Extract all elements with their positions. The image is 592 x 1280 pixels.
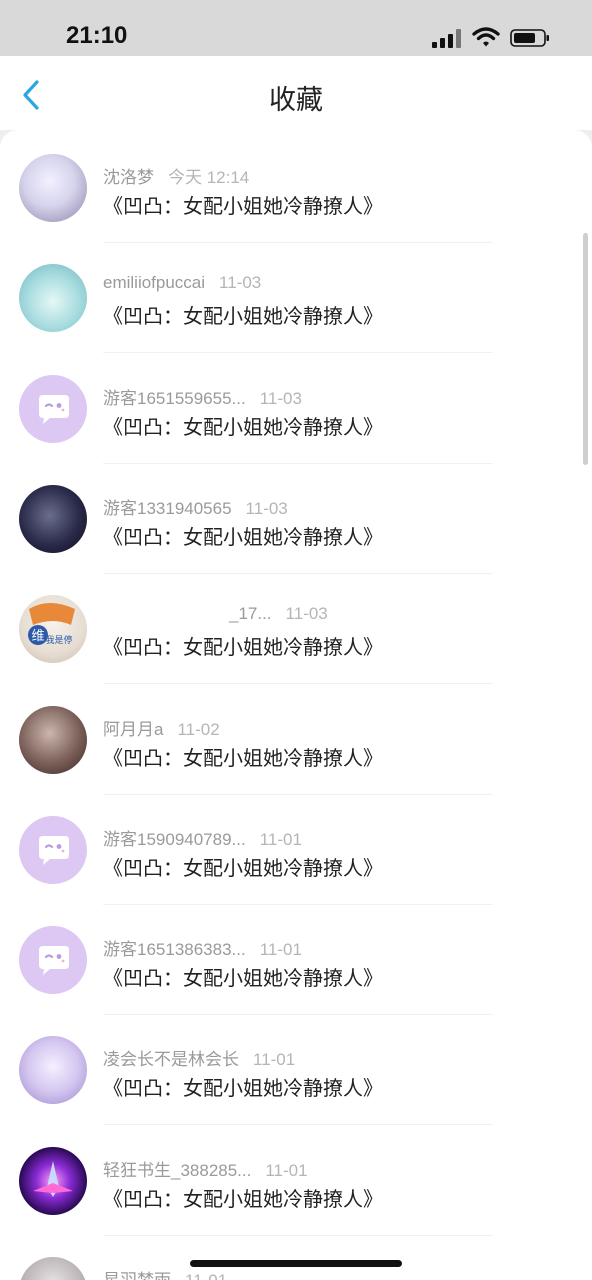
timestamp: 11-03 [285, 604, 328, 624]
item-meta: _17... 11-03 [103, 604, 328, 626]
username[interactable]: 游客1331940565 [103, 499, 232, 518]
item-meta: 游客1651559655... 11-03 [103, 384, 302, 408]
work-title[interactable]: 《凹凸：女配小姐她冷静撩人》 [103, 962, 383, 991]
avatar-caption: 我是停 [45, 634, 72, 646]
brown-portrait-avatar[interactable] [19, 705, 87, 774]
blue-figure-avatar[interactable] [19, 264, 87, 333]
item-meta: 阿月月a 11-02 [103, 715, 220, 739]
navigation-bar: 收藏 [0, 56, 592, 130]
page-title: 收藏 [269, 85, 323, 116]
avatar-text: 维 [31, 629, 44, 644]
timestamp: 11-03 [219, 273, 262, 293]
orange-hair-avatar[interactable]: 维我是停 [19, 595, 87, 664]
work-title[interactable]: 《凹凸：女配小姐她冷静撩人》 [103, 742, 383, 771]
work-title[interactable]: 《凹凸：女配小姐她冷静撩人》 [103, 1072, 383, 1101]
lavender-anime-avatar[interactable] [19, 1036, 87, 1105]
list-item[interactable]: 星羽梦雨 11-01 [0, 1233, 592, 1280]
list-item[interactable]: 轻狂书生_388285... 11-01 《凹凸：女配小姐她冷静撩人》 [0, 1123, 592, 1236]
timestamp: 11-01 [259, 940, 302, 960]
timestamp: 11-01 [185, 1271, 227, 1280]
item-meta: 轻狂书生_388285... 11-01 [103, 1156, 308, 1180]
list-item[interactable]: emiliiofpuccai 11-03 《凹凸：女配小姐她冷静撩人》 [0, 240, 592, 354]
status-bar: 21:10 [0, 0, 592, 56]
list-item[interactable]: 游客1651386383... 11-01 《凹凸：女配小姐她冷静撩人》 [0, 902, 592, 1016]
username[interactable]: 游客1651386383... [103, 940, 246, 959]
username[interactable]: 游客1590940789... [103, 830, 246, 849]
timestamp: 今天 12:14 [168, 168, 250, 187]
timestamp: 11-01 [259, 829, 302, 849]
timestamp: 11-01 [253, 1050, 296, 1070]
work-title[interactable]: 《凹凸：女配小姐她冷静撩人》 [103, 521, 383, 550]
home-indicator[interactable] [190, 1260, 402, 1267]
username[interactable]: 游客1651559655... [103, 389, 246, 408]
cellular-signal-icon [432, 28, 462, 48]
work-title[interactable]: 《凹凸：女配小姐她冷静撩人》 [103, 190, 383, 219]
item-meta: 游客1651386383... 11-01 [103, 935, 302, 960]
chat-bubble-icon [39, 946, 69, 976]
item-meta: 沈洛梦 今天 12:14 [103, 163, 250, 187]
favorites-screen: 21:10 收藏 沈洛梦 今天 12:14 《凹凸：女配小姐她冷静撩人》 emi… [0, 0, 592, 1280]
list-item[interactable]: 阿月月a 11-02 《凹凸：女配小姐她冷静撩人》 [0, 682, 592, 795]
username[interactable]: 阿月月a [103, 720, 163, 739]
work-title[interactable]: 《凹凸：女配小姐她冷静撩人》 [103, 631, 383, 660]
timestamp: 11-03 [245, 498, 288, 518]
space-ship-avatar[interactable] [19, 1146, 87, 1215]
item-meta: 游客1331940565 11-03 [103, 494, 288, 518]
battery-icon [510, 29, 549, 47]
anime-girl-avatar[interactable] [19, 154, 87, 222]
timestamp: 11-03 [259, 388, 302, 408]
default-chat-avatar[interactable] [19, 815, 87, 884]
status-time: 21:10 [66, 22, 128, 49]
work-title[interactable]: 《凹凸：女配小姐她冷静撩人》 [103, 411, 383, 440]
default-chat-avatar[interactable] [19, 374, 87, 443]
item-meta: emiliiofpuccai 11-03 [103, 273, 261, 295]
chat-bubble-icon [39, 835, 69, 865]
item-meta: 凌会长不是林会长 11-01 [103, 1045, 296, 1070]
dark-portrait-avatar[interactable] [19, 484, 87, 553]
timestamp: 11-02 [177, 719, 220, 739]
item-meta: 星羽梦雨 11-01 [103, 1266, 227, 1280]
username[interactable]: 星羽梦雨 [103, 1271, 171, 1280]
item-meta: 游客1590940789... 11-01 [103, 825, 302, 849]
favorites-list[interactable]: 沈洛梦 今天 12:14 《凹凸：女配小姐她冷静撩人》 emiliiofpuccai 1… [0, 130, 592, 1280]
list-item[interactable]: 游客1651559655... 11-03 《凹凸：女配小姐她冷静撩人》 [0, 351, 592, 464]
list-item[interactable]: 凌会长不是林会长 11-01 《凹凸：女配小姐她冷静撩人》 [0, 1012, 592, 1126]
username[interactable]: 凌会长不是林会长 [103, 1050, 239, 1069]
list-item[interactable]: 维我是停 _17... 11-03 《凹凸：女配小姐她冷静撩人》 [0, 571, 592, 685]
timestamp: 11-01 [265, 1160, 308, 1180]
wifi-icon [472, 27, 500, 47]
username[interactable]: emiliiofpuccai [103, 273, 205, 292]
username[interactable]: 沈洛梦 [103, 168, 154, 187]
work-title[interactable]: 《凹凸：女配小姐她冷静撩人》 [103, 1183, 383, 1212]
list-item[interactable]: 游客1590940789... 11-01 《凹凸：女配小姐她冷静撩人》 [0, 792, 592, 905]
work-title[interactable]: 《凹凸：女配小姐她冷静撩人》 [103, 852, 383, 881]
chat-bubble-icon [39, 394, 69, 424]
username[interactable]: _17... [229, 604, 272, 623]
default-chat-avatar[interactable] [19, 926, 87, 995]
username[interactable]: 轻狂书生_388285... [103, 1161, 251, 1180]
list-item[interactable]: 游客1331940565 11-03 《凹凸：女配小姐她冷静撩人》 [0, 461, 592, 574]
gray-portrait-avatar[interactable] [19, 1257, 87, 1280]
work-title[interactable]: 《凹凸：女配小姐她冷静撩人》 [103, 300, 383, 329]
list-item[interactable]: 沈洛梦 今天 12:14 《凹凸：女配小姐她冷静撩人》 [0, 130, 592, 243]
